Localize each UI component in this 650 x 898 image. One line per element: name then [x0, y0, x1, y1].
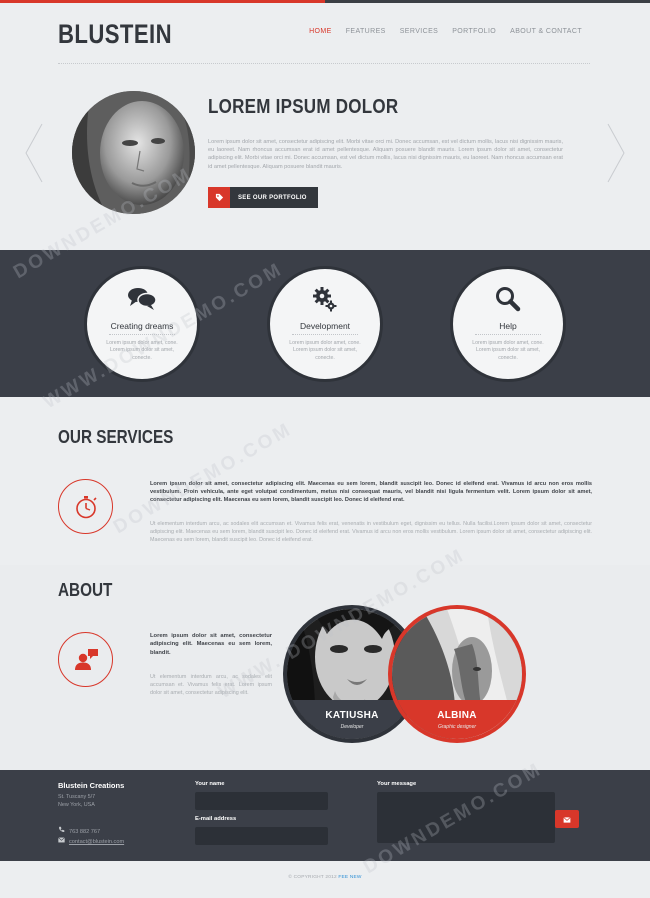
- services-body-text: Ut elementum interdum arcu, ac sodales e…: [150, 521, 592, 544]
- hero-slider: LOREM IPSUM DOLOR Lorem ipsum dolor sit …: [0, 66, 650, 250]
- nav-portfolio[interactable]: PORTFOLIO: [452, 28, 496, 35]
- features-band: Creating dreams Lorem ipsum dolor amet, …: [0, 250, 650, 397]
- member-name: ALBINA: [437, 710, 477, 721]
- footer-company: Blustein Creations: [58, 781, 125, 790]
- nav-features[interactable]: FEATURES: [346, 28, 386, 35]
- member-role: Graphic designer: [437, 724, 477, 730]
- nav-about-contact[interactable]: ABOUT & CONTACT: [510, 28, 582, 35]
- see-portfolio-button[interactable]: SEE OUR PORTFOLIO: [208, 187, 318, 208]
- feature-title: Creating dreams: [110, 321, 174, 331]
- email-input[interactable]: [195, 827, 328, 845]
- header: BLUSTEIN HOME FEATURES SERVICES PORTFOLI…: [0, 3, 650, 65]
- hero-text: Lorem ipsum dolor sit amet, consectetur …: [208, 139, 563, 170]
- gears-icon: [309, 285, 341, 313]
- name-input[interactable]: [195, 792, 328, 810]
- footer-phone: 763 882 767: [69, 828, 101, 835]
- main-nav: HOME FEATURES SERVICES PORTFOLIO ABOUT &…: [309, 28, 582, 35]
- see-portfolio-label: SEE OUR PORTFOLIO: [230, 187, 318, 208]
- about-body-text: Ut elementum interdum arcu, ac sodales e…: [150, 674, 272, 696]
- footer-address: St. Tuscany 5/7 New York, USA: [58, 794, 96, 808]
- brand-logo[interactable]: BLUSTEIN: [58, 19, 172, 50]
- copyright: © COPYRIGHT 2012 FEE NEW: [288, 875, 362, 880]
- services-title: OUR SERVICES: [58, 427, 174, 447]
- message-label: Your message: [377, 781, 417, 787]
- envelope-icon: [58, 837, 65, 847]
- stopwatch-icon: [58, 479, 113, 534]
- chat-bubbles-icon: [126, 285, 158, 313]
- feature-development[interactable]: Development Lorem ipsum dolor amet, cone…: [270, 269, 380, 379]
- nav-services[interactable]: SERVICES: [400, 28, 438, 35]
- feature-creating-dreams[interactable]: Creating dreams Lorem ipsum dolor amet, …: [87, 269, 197, 379]
- footer-email-link[interactable]: contact@blustein.com: [69, 837, 124, 847]
- feature-help[interactable]: Help Lorem ipsum dolor amet, cone. Lorem…: [453, 269, 563, 379]
- about-lead-text: Lorem ipsum dolor sit amet, consectetur …: [150, 633, 272, 656]
- slider-next-arrow-icon[interactable]: [606, 122, 626, 184]
- about-title: ABOUT: [58, 580, 113, 600]
- feature-text: Lorem ipsum dolor amet, cone. Lorem ipsu…: [106, 340, 178, 361]
- magnifier-icon: [492, 285, 524, 313]
- envelope-icon: [563, 810, 571, 828]
- feature-text: Lorem ipsum dolor amet, cone. Lorem ipsu…: [472, 340, 544, 361]
- team-member-albina[interactable]: ALBINA Graphic designer: [392, 609, 522, 739]
- send-button[interactable]: [555, 810, 579, 828]
- person-chat-icon: [58, 632, 113, 687]
- message-textarea[interactable]: [377, 792, 555, 843]
- tag-icon: [208, 187, 230, 208]
- nav-home[interactable]: HOME: [309, 28, 332, 35]
- phone-icon: [58, 826, 65, 837]
- feature-title: Development: [299, 321, 351, 331]
- copyright-link[interactable]: FEE NEW: [338, 875, 361, 880]
- feature-text: Lorem ipsum dolor amet, cone. Lorem ipsu…: [289, 340, 361, 361]
- slider-prev-arrow-icon[interactable]: [24, 122, 44, 184]
- header-divider: [58, 63, 590, 64]
- footer: Blustein Creations St. Tuscany 5/7 New Y…: [0, 770, 650, 861]
- hero-portrait: [72, 91, 195, 214]
- footer-contact: 763 882 767 contact@blustein.com: [58, 826, 124, 847]
- feature-title: Help: [499, 321, 517, 331]
- hero-title: LOREM IPSUM DOLOR: [208, 96, 399, 118]
- name-label: Your name: [195, 781, 225, 787]
- services-lead-text: Lorem ipsum dolor sit amet, consectetur …: [150, 481, 592, 504]
- email-label: E-mail address: [195, 816, 237, 822]
